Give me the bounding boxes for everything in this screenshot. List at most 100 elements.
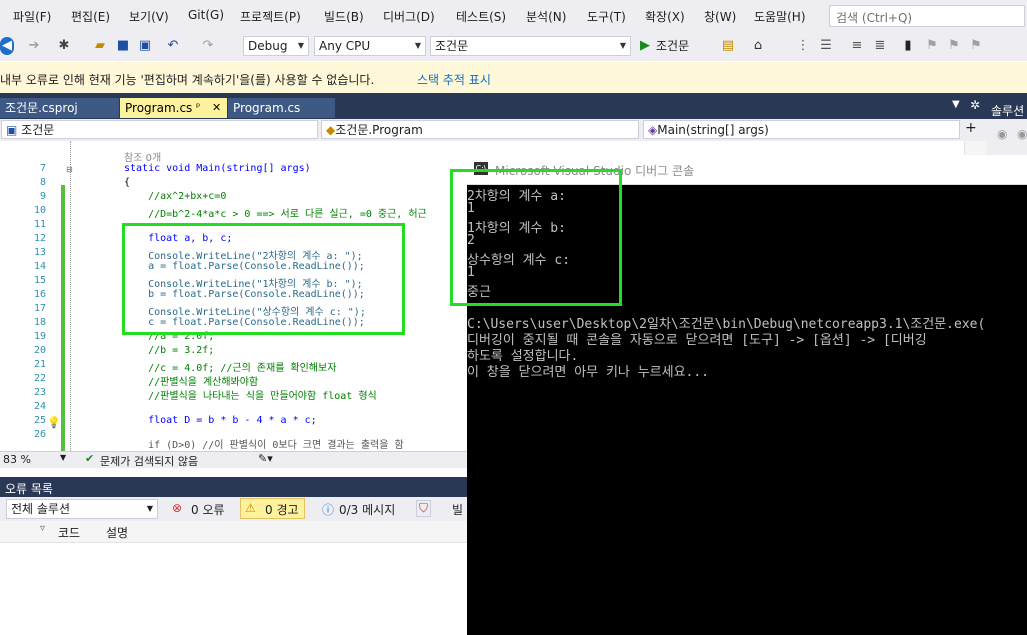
line-number: 17: [33, 303, 46, 314]
line-number: 23: [33, 387, 46, 398]
line-number: 8: [39, 177, 46, 188]
undo-icon[interactable]: ↶: [165, 37, 181, 55]
line-number: 22: [33, 373, 46, 384]
open-folder-icon[interactable]: ▰: [92, 37, 108, 55]
column-code[interactable]: 코드: [58, 524, 80, 541]
line-number: 16: [33, 289, 46, 300]
outline-icon[interactable]: ☰: [818, 37, 834, 55]
code-line: //판별식을 계산해봐야함: [124, 377, 259, 388]
line-number: 24: [33, 401, 46, 412]
format-icon[interactable]: ⋮: [795, 37, 811, 55]
platform-select[interactable]: Any CPU ▼: [314, 36, 426, 56]
menu-test[interactable]: 테스트(S): [456, 8, 506, 25]
next-bookmark-icon[interactable]: ⚑: [946, 37, 962, 55]
tab-program-cs-active[interactable]: Program.cs ᵖ ✕: [120, 98, 227, 118]
menu-edit[interactable]: 편집(E): [71, 8, 110, 25]
new-project-icon[interactable]: ✱: [56, 37, 72, 55]
member-nav-select[interactable]: ◈Main(string[] args): [643, 120, 960, 139]
navigation-bar: ▣ 조건문 ◆조건문.Program ◈Main(string[] args) …: [0, 119, 987, 142]
collapse-icon[interactable]: ⊟: [66, 165, 73, 174]
line-number: 7: [39, 163, 46, 174]
code-line: //D=b^2-4*a*c > 0 ==> 서로 다른 실근, =0 중근, 허…: [124, 209, 427, 220]
tab-program-cs[interactable]: Program.cs: [228, 98, 335, 118]
menu-project[interactable]: 프로젝트(P): [240, 8, 301, 25]
scope-select[interactable]: 전체 솔루션 ▼: [6, 499, 158, 519]
code-line: //판별식을 나타내는 식을 만들어야함 float 형식: [124, 391, 377, 402]
back-icon[interactable]: ◉: [997, 127, 1007, 141]
line-number: 15: [33, 275, 46, 286]
redo-icon[interactable]: ↷: [200, 37, 216, 55]
warnings-filter-button[interactable]: ⚠ 0 경고: [240, 498, 305, 519]
clear-bookmark-icon[interactable]: ⚑: [968, 37, 984, 55]
back-icon[interactable]: ◀: [0, 37, 14, 55]
forward-icon[interactable]: ➔: [26, 37, 42, 55]
search-input[interactable]: 검색 (Ctrl+Q): [829, 5, 1025, 27]
menu-help[interactable]: 도움말(H): [754, 8, 806, 25]
menu-git[interactable]: Git(G): [188, 8, 224, 22]
chevron-down-icon: ▼: [619, 41, 626, 50]
outline-guide: [70, 141, 72, 451]
menu-file[interactable]: 파일(F): [13, 8, 51, 25]
filter-icon[interactable]: ⛉: [416, 500, 432, 517]
menu-analyze[interactable]: 분석(N): [526, 8, 566, 25]
save-all-icon[interactable]: ▣: [137, 37, 153, 55]
bookmark-icon[interactable]: ▮: [900, 37, 916, 55]
chevron-down-icon[interactable]: ▼: [60, 453, 66, 462]
method-icon: ◈: [648, 123, 658, 137]
menu-build[interactable]: 빌드(B): [324, 8, 364, 25]
toolbox-icon[interactable]: ▤: [720, 37, 736, 55]
menu-tools[interactable]: 도구(T): [587, 8, 626, 25]
class-nav-select[interactable]: ◆조건문.Program: [321, 120, 639, 139]
menu-debug[interactable]: 디버그(D): [383, 8, 435, 25]
split-add-icon[interactable]: +: [965, 120, 977, 136]
line-number: 9: [39, 191, 46, 202]
error-list-columns: ▿ 코드 설명: [0, 521, 467, 543]
chevron-down-icon[interactable]: ▼: [952, 99, 960, 110]
code-line: {: [124, 177, 131, 188]
brush-icon[interactable]: ✎▾: [258, 452, 273, 465]
chevron-down-icon: ▼: [297, 41, 304, 50]
issues-status[interactable]: 문제가 검색되지 않음: [100, 453, 198, 469]
gear-icon[interactable]: ✲: [970, 98, 980, 112]
error-list-toolbar: 전체 솔루션 ▼ ⊗ 0 오류 ⚠ 0 경고 ⓘ 0/3 메시지 ⛉ 빌: [0, 497, 467, 521]
play-icon[interactable]: ▶: [638, 37, 652, 55]
startup-project-select[interactable]: 조건문 ▼: [430, 36, 631, 56]
line-number: 11: [33, 219, 46, 230]
column-description[interactable]: 설명: [106, 524, 128, 541]
lightbulb-icon[interactable]: 💡: [47, 416, 61, 429]
code-line: static void Main(string[] args): [124, 163, 311, 174]
warnings-count: 0 경고: [265, 503, 299, 517]
close-icon[interactable]: ✕: [212, 98, 221, 118]
zoom-level[interactable]: 83 %: [3, 453, 31, 466]
comment-icon[interactable]: ≡: [849, 37, 865, 55]
menu-window[interactable]: 창(W): [704, 8, 736, 25]
forward-icon[interactable]: ◉: [1017, 127, 1027, 141]
error-list-header: 오류 목록: [0, 477, 467, 497]
solution-explorer-toolbar: ◉ ◉: [987, 119, 1027, 155]
sort-icon[interactable]: ▿: [40, 523, 45, 534]
line-number: 14: [33, 261, 46, 272]
project-nav-select[interactable]: ▣ 조건문: [1, 120, 318, 139]
menu-view[interactable]: 보기(V): [129, 8, 169, 25]
stack-trace-link[interactable]: 스택 추적 표시: [417, 71, 491, 88]
run-button[interactable]: 조건문: [656, 37, 689, 55]
solution-explorer-title: 솔루션: [991, 104, 1025, 118]
save-icon[interactable]: ■: [115, 37, 131, 55]
chevron-down-icon: ▼: [146, 504, 153, 513]
messages-filter-button[interactable]: 0/3 메시지: [339, 501, 395, 518]
home-icon[interactable]: ⌂: [750, 37, 766, 55]
code-line: //c = 4.0f; //근의 존재를 확인해보자: [124, 363, 337, 374]
errors-filter-button[interactable]: 0 오류: [191, 501, 225, 518]
build-filter-select[interactable]: 빌: [452, 501, 463, 518]
class-icon: ◆: [326, 123, 336, 137]
reference-count-hint[interactable]: 참조 0개: [124, 149, 161, 164]
uncomment-icon[interactable]: ≣: [872, 37, 888, 55]
info-bar: 내부 오류로 인해 현재 기능 '편집하며 계속하기'을(를) 사용할 수 없습…: [0, 62, 1027, 94]
tab-csproj[interactable]: 조건문.csproj: [0, 98, 119, 118]
prev-bookmark-icon[interactable]: ⚑: [924, 37, 940, 55]
menu-extensions[interactable]: 확장(X): [645, 8, 685, 25]
line-number: 19: [33, 331, 46, 342]
config-select[interactable]: Debug ▼: [243, 36, 309, 56]
pin-icon[interactable]: ᵖ: [196, 98, 200, 118]
code-line-27: if (D>0) //이 판별식이 0보다 크면 결과는 출력을 함: [124, 440, 404, 451]
